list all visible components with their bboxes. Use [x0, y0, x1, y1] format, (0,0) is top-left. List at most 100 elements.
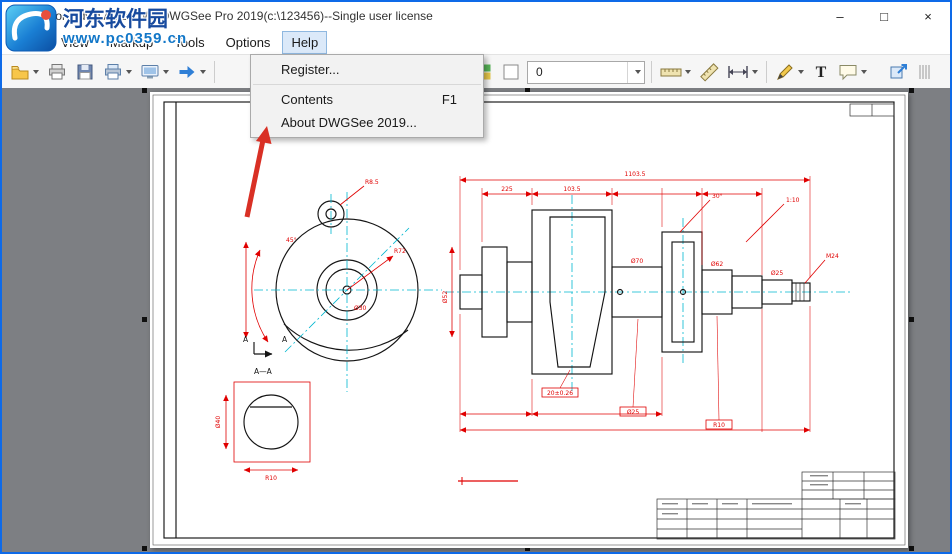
draw-button[interactable]: [773, 59, 806, 85]
white-swatch-icon: [503, 64, 519, 80]
menu-item-shortcut: F1: [441, 92, 457, 107]
grip-lines-icon: [919, 65, 930, 79]
toolbar-grip[interactable]: [915, 59, 933, 85]
svg-text:Ø25: Ø25: [627, 409, 640, 416]
svg-text:Ø40: Ø40: [215, 416, 222, 429]
text-button[interactable]: T: [810, 59, 832, 85]
svg-text:A: A: [243, 335, 249, 344]
svg-text:Ø25: Ø25: [771, 270, 784, 277]
color-swatch-button[interactable]: [499, 59, 523, 85]
menu-view[interactable]: View: [52, 31, 98, 54]
print-icon: [49, 64, 65, 80]
plot-button[interactable]: [101, 59, 134, 85]
svg-text:45°: 45°: [286, 237, 297, 244]
svg-text:R10: R10: [713, 422, 725, 429]
detail-view: A—A Ø40 R10: [215, 367, 311, 482]
close-button[interactable]: ×: [906, 2, 950, 30]
svg-text:Ø70: Ø70: [631, 258, 644, 265]
svg-text:1:10: 1:10: [786, 197, 800, 204]
help-dropdown-menu: Register... Contents F1 About DWGSee 201…: [250, 54, 484, 138]
menu-separator: [253, 84, 481, 85]
print-button[interactable]: [45, 59, 69, 85]
menu-item-label: Register...: [281, 62, 340, 77]
svg-text:20±0.26: 20±0.26: [547, 390, 573, 397]
drawing-sheet[interactable]: R8.5 R72 Ø30 45° A A A—A Ø40 R10 1103.5 …: [150, 92, 908, 548]
window-controls: – □ ×: [818, 2, 950, 30]
app-logo-icon: [8, 8, 24, 24]
svg-text:A: A: [282, 335, 288, 344]
measure-length-button[interactable]: [658, 59, 693, 85]
registration-mark: [909, 317, 914, 322]
toolbar-separator: [766, 61, 767, 83]
title-block: [656, 471, 896, 540]
svg-text:1103.5: 1103.5: [625, 171, 646, 178]
text-icon: T: [816, 64, 827, 81]
menu-help[interactable]: Help: [282, 30, 328, 54]
section-view: 1103.5 225 103.5 Ø52 Ø70 Ø62 Ø25 1:10 30…: [442, 171, 850, 485]
menu-item-about[interactable]: About DWGSee 2019...: [251, 111, 483, 134]
save-icon: [77, 64, 93, 80]
chevron-down-icon: [634, 70, 641, 74]
measure-angle-button[interactable]: [697, 59, 721, 85]
svg-text:Ø30: Ø30: [354, 305, 367, 312]
chevron-down-icon: [126, 70, 132, 74]
measure-distance-button[interactable]: [725, 59, 760, 85]
registration-mark: [909, 88, 914, 93]
snapshot-button[interactable]: [138, 59, 171, 85]
menu-markup[interactable]: Markup: [101, 31, 162, 54]
plot-icon: [105, 64, 121, 80]
save-button[interactable]: [73, 59, 97, 85]
registration-mark: [142, 546, 147, 551]
menu-tools[interactable]: Tools: [165, 31, 213, 54]
registration-mark: [142, 317, 147, 322]
comment-button[interactable]: [836, 59, 869, 85]
svg-text:T: T: [816, 64, 827, 81]
export-window-icon: [890, 64, 907, 79]
toolbar-separator: [651, 61, 652, 83]
window-title: version2.dwg AutoDWG DWGSee Pro 2019(c:\…: [30, 9, 433, 23]
chevron-down-icon: [163, 70, 169, 74]
forward-arrow-icon: [179, 66, 195, 78]
menu-file[interactable]: File: [10, 31, 49, 54]
layer-combo-dropdown[interactable]: [627, 61, 644, 83]
svg-text:A—A: A—A: [254, 367, 273, 376]
chevron-down-icon: [798, 70, 804, 74]
svg-text:Ø62: Ø62: [711, 261, 724, 268]
left-view: R8.5 R72 Ø30 45° A A: [243, 179, 442, 392]
menu-options[interactable]: Options: [217, 31, 280, 54]
drawing-canvas[interactable]: R8.5 R72 Ø30 45° A A A—A Ø40 R10 1103.5 …: [2, 88, 950, 552]
chevron-down-icon: [861, 70, 867, 74]
angle-ruler-icon: [700, 63, 719, 82]
maximize-button[interactable]: □: [862, 2, 906, 30]
layer-combo-value: 0: [536, 65, 543, 79]
chevron-down-icon: [200, 70, 206, 74]
layer-combo[interactable]: 0: [527, 60, 645, 84]
registration-mark: [142, 88, 147, 93]
minimize-button[interactable]: –: [818, 2, 862, 30]
comment-bubble-icon: [839, 65, 857, 81]
menu-bar: File View Markup Tools Options Help: [2, 30, 950, 54]
forward-button[interactable]: [175, 59, 208, 85]
svg-text:R10: R10: [265, 475, 277, 482]
svg-text:103.5: 103.5: [563, 186, 580, 193]
ruler-icon: [660, 68, 682, 77]
menu-item-label: About DWGSee 2019...: [281, 115, 417, 130]
menu-item-contents[interactable]: Contents F1: [251, 88, 483, 111]
chevron-down-icon: [752, 70, 758, 74]
registration-mark: [909, 546, 914, 551]
cad-drawing: R8.5 R72 Ø30 45° A A A—A Ø40 R10 1103.5 …: [152, 94, 906, 546]
svg-text:M24: M24: [826, 253, 839, 260]
svg-text:R72: R72: [394, 248, 406, 255]
pen-icon: [777, 64, 793, 80]
menu-item-register[interactable]: Register...: [251, 58, 483, 81]
snapshot-icon: [141, 65, 159, 79]
chevron-down-icon: [33, 70, 39, 74]
svg-text:R8.5: R8.5: [365, 179, 379, 186]
app-window: version2.dwg AutoDWG DWGSee Pro 2019(c:\…: [0, 0, 952, 554]
open-folder-icon: [11, 66, 29, 80]
chevron-down-icon: [685, 70, 691, 74]
svg-text:30°: 30°: [712, 193, 723, 200]
open-button[interactable]: [8, 59, 41, 85]
export-button[interactable]: [887, 59, 911, 85]
title-bar: version2.dwg AutoDWG DWGSee Pro 2019(c:\…: [2, 2, 950, 30]
